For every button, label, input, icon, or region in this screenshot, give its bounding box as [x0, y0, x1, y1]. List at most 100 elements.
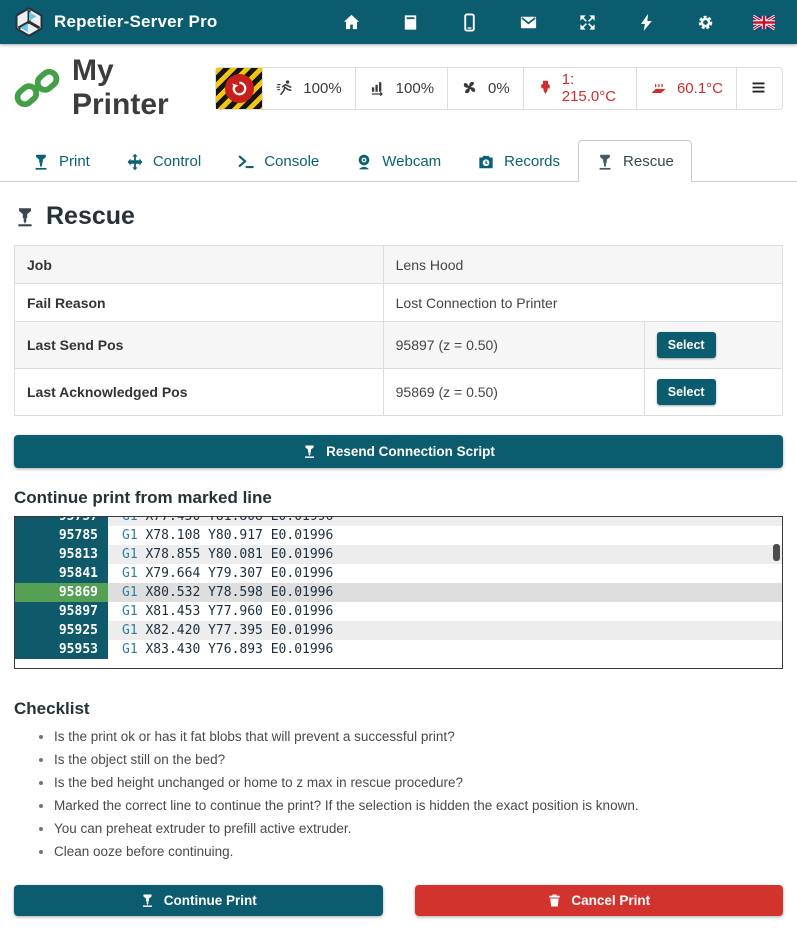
info-value: Lost Connection to Printer: [383, 284, 782, 322]
info-row: Last Send Pos95897 (z = 0.50)Select: [15, 322, 783, 369]
gcode-line-text: G1 X83.430 Y76.893 E0.01996: [108, 640, 782, 659]
control-icon: [126, 153, 144, 171]
info-value: Lens Hood: [383, 246, 782, 284]
gcode-line-text: G1 X77.450 Y81.808 E0.01996: [108, 516, 782, 526]
fan-status-badge[interactable]: 0%: [447, 68, 523, 109]
gcode-line-text: G1 X80.532 Y78.598 E0.01996: [108, 583, 782, 602]
extruder-icon: [302, 444, 317, 459]
tab-label: Console: [264, 153, 319, 170]
navbar-icon-group: [340, 11, 783, 33]
gear-icon[interactable]: [694, 11, 716, 33]
checklist-item: Marked the correct line to continue the …: [54, 798, 783, 813]
hamburger-icon: [750, 79, 769, 98]
bed-icon: [650, 79, 669, 98]
extruder-icon: [14, 206, 36, 228]
flow-value: 100%: [396, 80, 434, 97]
flag-uk-icon[interactable]: [753, 11, 775, 33]
bed-status-badge[interactable]: 60.1°C: [636, 68, 736, 109]
top-navbar: Repetier-Server Pro: [0, 0, 797, 44]
emergency-stop-button[interactable]: [216, 68, 262, 109]
connection-link-icon: [14, 65, 60, 111]
gcode-listing: 95757G1 X77.450 Y81.808 E0.0199695785G1 …: [14, 516, 783, 669]
continue-print-button[interactable]: Continue Print: [14, 885, 383, 916]
records-icon: [477, 153, 495, 171]
tab-print[interactable]: Print: [14, 140, 108, 182]
console-icon: [237, 153, 255, 171]
gcode-line-number: 95925: [15, 621, 108, 640]
flow-icon: [369, 79, 388, 98]
continue-print-label: Continue Print: [164, 893, 257, 908]
status-segments: 100% 100% 0% 1: 215.0°C 60.1°C: [262, 68, 736, 109]
info-button-cell: Select: [644, 322, 782, 369]
gcode-line-text: G1 X79.664 Y79.307 E0.01996: [108, 564, 782, 583]
envelope-icon[interactable]: [517, 11, 539, 33]
gcode-line-selected[interactable]: 95869G1 X80.532 Y78.598 E0.01996: [15, 583, 782, 602]
printer-name: My Printer: [72, 54, 215, 122]
gcode-line[interactable]: 95897G1 X81.453 Y77.960 E0.01996: [15, 602, 782, 621]
resend-button-label: Resend Connection Script: [326, 444, 495, 459]
gcode-line-number: 95897: [15, 602, 108, 621]
info-label: Job: [15, 246, 384, 284]
gcode-line[interactable]: 95953G1 X83.430 Y76.893 E0.01996: [15, 640, 782, 659]
checklist-item: Is the object still on the bed?: [54, 752, 783, 767]
cancel-print-label: Cancel Print: [571, 893, 650, 908]
gcode-line[interactable]: 95925G1 X82.420 Y77.395 E0.01996: [15, 621, 782, 640]
gcode-line-text: G1 X78.855 Y80.081 E0.01996: [108, 545, 782, 564]
info-value: 95869 (z = 0.50): [383, 369, 644, 416]
gcode-line[interactable]: 95813G1 X78.855 Y80.081 E0.01996: [15, 545, 782, 564]
extruder-temp-status-badge[interactable]: 1: 215.0°C: [523, 68, 636, 109]
info-button-cell: Select: [644, 369, 782, 416]
webcam-icon: [355, 153, 373, 171]
tab-rescue[interactable]: Rescue: [578, 140, 692, 182]
gcode-line-text: G1 X81.453 Y77.960 E0.01996: [108, 602, 782, 621]
bed-value: 60.1°C: [677, 80, 723, 97]
select-position-button[interactable]: Select: [657, 379, 716, 405]
tab-console[interactable]: Console: [219, 140, 337, 182]
speed-status-badge[interactable]: 100%: [262, 68, 354, 109]
gcode-scrollbar-thumb[interactable]: [773, 544, 780, 561]
gcode-line-number: 95869: [15, 583, 108, 602]
extruder-icon: [140, 893, 155, 908]
gcode-line-number: 95813: [15, 545, 108, 564]
home-icon[interactable]: [340, 11, 362, 33]
tab-label: Webcam: [382, 153, 441, 170]
cancel-print-button[interactable]: Cancel Print: [415, 885, 784, 916]
rescue-info-table: JobLens HoodFail ReasonLost Connection t…: [14, 245, 783, 416]
flow-status-badge[interactable]: 100%: [355, 68, 447, 109]
gcode-line[interactable]: 95785G1 X78.108 Y80.917 E0.01996: [15, 526, 782, 545]
fan-value: 0%: [488, 80, 510, 97]
speed-icon: [276, 79, 295, 98]
gcode-line-number: 95953: [15, 640, 108, 659]
select-position-button[interactable]: Select: [657, 332, 716, 358]
tab-webcam[interactable]: Webcam: [337, 140, 459, 182]
gcode-line-number: 95785: [15, 526, 108, 545]
printer-header: My Printer 100% 100% 0% 1: 215.0°C 60.1°C: [0, 44, 797, 130]
tab-label: Rescue: [623, 153, 674, 170]
info-row: Last Acknowledged Pos95869 (z = 0.50) Sel…: [15, 369, 783, 416]
printer-tabbar: Print Control Console Webcam Records Rescue: [0, 134, 797, 182]
tab-records[interactable]: Records: [459, 140, 578, 182]
mobile-icon[interactable]: [458, 11, 480, 33]
action-buttons-row: Continue Print Cancel Print: [14, 885, 783, 916]
expand-icon[interactable]: [576, 11, 598, 33]
tab-control[interactable]: Control: [108, 140, 219, 182]
rescue-checklist: Is the print ok or has it fat blobs that…: [14, 729, 783, 859]
info-label: Last Send Pos: [15, 322, 384, 369]
bolt-icon[interactable]: [635, 11, 657, 33]
printer-menu-button[interactable]: [736, 68, 782, 109]
checklist-item: Is the print ok or has it fat blobs that…: [54, 729, 783, 744]
app-title: Repetier-Server Pro: [54, 12, 217, 32]
gcode-line-text: G1 X78.108 Y80.917 E0.01996: [108, 526, 782, 545]
printer-icon[interactable]: [399, 11, 421, 33]
emergency-stop-icon: [225, 74, 254, 103]
resend-connection-script-button[interactable]: Resend Connection Script: [14, 435, 783, 468]
gcode-line-text: G1 X82.420 Y77.395 E0.01996: [108, 621, 782, 640]
extruder-icon: [596, 153, 614, 171]
gcode-line[interactable]: 95841G1 X79.664 Y79.307 E0.01996: [15, 564, 782, 583]
gcode-line[interactable]: 95757G1 X77.450 Y81.808 E0.01996: [15, 516, 782, 526]
tab-label: Control: [153, 153, 201, 170]
info-label: Fail Reason: [15, 284, 384, 322]
checklist-heading: Checklist: [14, 699, 783, 719]
continue-from-line-heading: Continue print from marked line: [14, 488, 783, 508]
info-label: Last Acknowledged Pos: [15, 369, 384, 416]
